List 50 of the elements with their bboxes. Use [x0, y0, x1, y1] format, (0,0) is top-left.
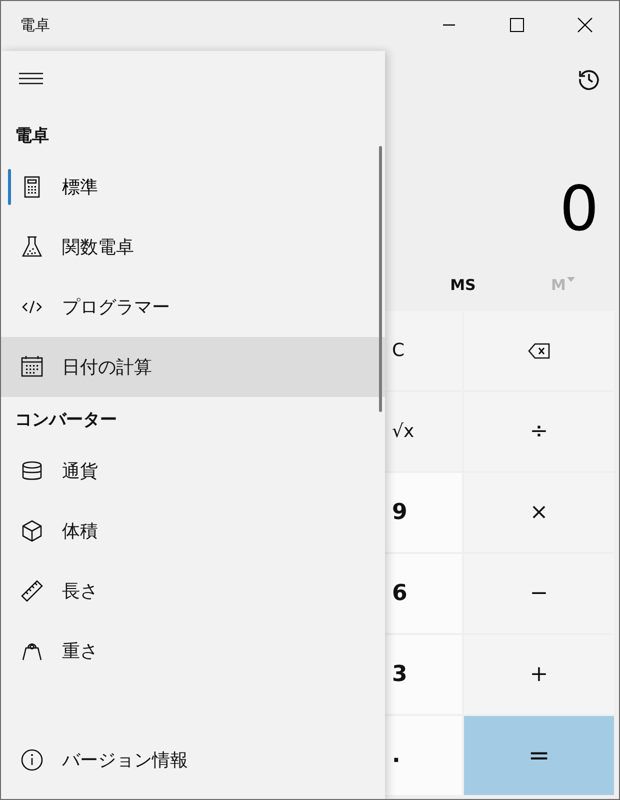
operator-key[interactable]: ×	[464, 473, 614, 552]
section-header: 電卓	[14, 124, 49, 148]
nav-item-label: 通貨	[62, 460, 98, 483]
history-icon	[577, 67, 601, 91]
scrollbar[interactable]	[379, 146, 382, 412]
function-key[interactable]: C	[384, 311, 462, 390]
digit-key[interactable]: .	[384, 716, 462, 795]
nav-item-label: 標準	[62, 176, 98, 199]
backspace-icon	[528, 342, 550, 358]
about-item[interactable]: バージョン情報	[1, 730, 385, 790]
backspace-key[interactable]	[464, 311, 614, 390]
memory-store-button[interactable]: MS	[413, 265, 513, 305]
nav-item-label: 長さ	[62, 580, 98, 603]
coin-stack-icon	[20, 459, 44, 483]
operator-key[interactable]: −	[464, 554, 614, 633]
nav-item-label: 関数電卓	[62, 236, 134, 259]
nav-item-label: 日付の計算	[62, 356, 152, 379]
nav-item[interactable]: 長さ	[1, 561, 385, 621]
calendar-icon	[20, 355, 44, 379]
nav-item[interactable]: 日付の計算	[1, 337, 385, 397]
ruler-icon	[20, 579, 44, 603]
function-key[interactable]: √x	[384, 392, 462, 471]
equals-key[interactable]: =	[464, 716, 614, 795]
nav-item[interactable]: 標準	[1, 157, 385, 217]
nav-item[interactable]: 関数電卓	[1, 217, 385, 277]
cube-icon	[20, 519, 44, 543]
about-label: バージョン情報	[62, 749, 188, 772]
digit-key[interactable]: 9	[384, 473, 462, 552]
maximize-icon	[510, 18, 524, 32]
digit-key[interactable]: 3	[384, 635, 462, 714]
nav-item[interactable]: 重さ	[1, 621, 385, 681]
nav-item[interactable]: プログラマー	[1, 277, 385, 337]
nav-item[interactable]: 体積	[1, 501, 385, 561]
section-header: コンバーター	[14, 408, 117, 432]
operator-key[interactable]: ÷	[464, 392, 614, 471]
digit-key[interactable]: 6	[384, 554, 462, 633]
window-title: 電卓	[20, 16, 50, 34]
nav-item-label: 重さ	[62, 640, 98, 663]
operator-key[interactable]: +	[464, 635, 614, 714]
result-display: 0	[560, 173, 599, 245]
nav-item[interactable]: 通貨	[1, 441, 385, 501]
minimize-icon	[443, 24, 455, 26]
nav-item-label: プログラマー	[62, 296, 170, 319]
info-icon	[20, 748, 44, 772]
nav-item-label: 体積	[62, 520, 98, 543]
menu-button[interactable]	[19, 71, 45, 87]
close-icon	[577, 17, 593, 33]
flask-icon	[20, 235, 44, 259]
menu-icon	[19, 72, 43, 86]
caret-icon	[566, 277, 575, 282]
